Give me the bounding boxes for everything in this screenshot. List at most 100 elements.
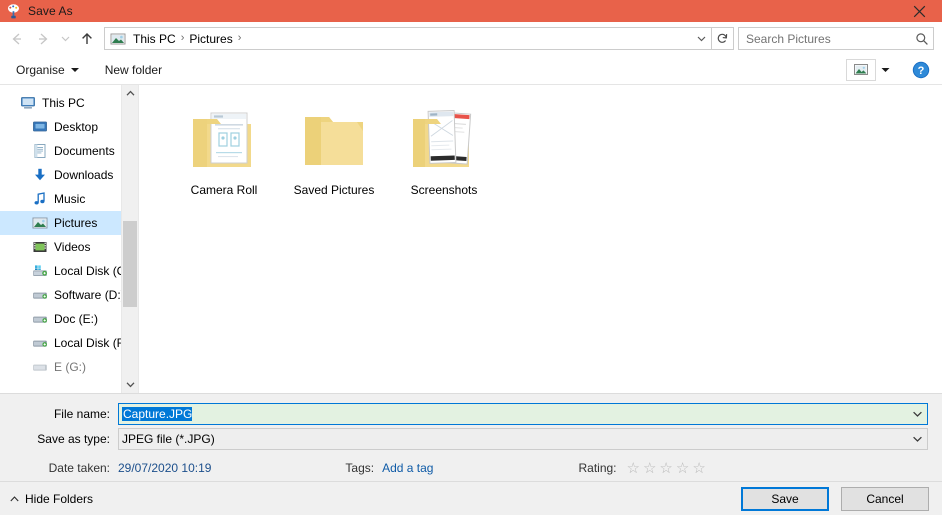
chevron-down-icon[interactable] bbox=[122, 376, 138, 393]
up-icon[interactable] bbox=[74, 26, 100, 52]
pictures-icon bbox=[110, 31, 126, 47]
caret-down-icon bbox=[70, 67, 79, 73]
sidebar-item-videos[interactable]: Videos bbox=[0, 235, 138, 259]
sidebar-item-label: Doc (E:) bbox=[54, 312, 99, 326]
svg-text:?: ? bbox=[918, 65, 925, 77]
close-icon[interactable] bbox=[897, 0, 942, 22]
chevron-up-icon[interactable] bbox=[122, 85, 138, 102]
save-as-type-value[interactable]: JPEG file (*.JPG) bbox=[119, 432, 907, 446]
sidebar-item-documents[interactable]: Documents bbox=[0, 139, 138, 163]
folder-item-saved-pictures[interactable]: Saved Pictures bbox=[279, 99, 389, 217]
rating-stars[interactable]: ☆ ☆ ☆ ☆ ☆ bbox=[627, 461, 706, 476]
cancel-button[interactable]: Cancel bbox=[841, 486, 929, 511]
sidebar-item-downloads[interactable]: Downloads bbox=[0, 163, 138, 187]
file-grid: Camera Roll Saved Pictures Screenshots bbox=[169, 99, 942, 217]
sidebar-item-label: Downloads bbox=[54, 168, 114, 182]
sidebar-item-music[interactable]: Music bbox=[0, 187, 138, 211]
hide-folders-button[interactable]: Hide Folders bbox=[10, 492, 93, 506]
folder-label: Camera Roll bbox=[190, 183, 258, 197]
scrollbar-thumb[interactable] bbox=[123, 221, 137, 307]
view-caret-down-icon[interactable] bbox=[876, 59, 894, 81]
drive-icon bbox=[32, 311, 48, 327]
date-taken-label: Date taken: bbox=[48, 461, 110, 475]
breadcrumb-separator-icon[interactable]: › bbox=[236, 33, 244, 44]
folder-with-pages-icon bbox=[405, 99, 483, 177]
sidebar-item-desktop[interactable]: Desktop bbox=[0, 115, 138, 139]
breadcrumb-item-pictures[interactable]: Pictures bbox=[186, 32, 235, 46]
breadcrumb[interactable]: This PC › Pictures › bbox=[104, 27, 712, 50]
this-pc-icon bbox=[20, 95, 36, 111]
sidebar-item-label: Pictures bbox=[54, 216, 98, 230]
date-taken-value[interactable]: 29/07/2020 10:19 bbox=[118, 461, 211, 475]
tags-label: Tags: bbox=[345, 461, 375, 475]
view-layout-icon[interactable] bbox=[846, 58, 876, 81]
folder-with-document-icon bbox=[185, 99, 263, 177]
help-icon[interactable]: ? bbox=[912, 61, 930, 79]
new-folder-button[interactable]: New folder bbox=[99, 58, 168, 82]
sidebar-item-local-disk-f[interactable]: Local Disk (F:) bbox=[0, 331, 138, 355]
documents-icon bbox=[32, 143, 48, 159]
search-icon[interactable] bbox=[911, 32, 933, 46]
star-icon[interactable]: ☆ bbox=[627, 461, 640, 476]
file-fields-area: File name: Capture.JPG Save as type: JPE… bbox=[0, 393, 942, 481]
dialog-footer: Hide Folders Save Cancel bbox=[0, 481, 942, 515]
file-list-pane[interactable]: Camera Roll Saved Pictures Screenshots bbox=[138, 85, 942, 393]
videos-icon bbox=[32, 239, 48, 255]
rating-label: Rating: bbox=[578, 461, 617, 475]
breadcrumb-dropdown-icon[interactable] bbox=[692, 28, 711, 49]
sidebar-item-doc-e[interactable]: Doc (E:) bbox=[0, 307, 138, 331]
back-icon[interactable] bbox=[4, 26, 30, 52]
folder-item-camera-roll[interactable]: Camera Roll bbox=[169, 99, 279, 217]
save-button[interactable]: Save bbox=[741, 486, 829, 511]
file-name-value[interactable]: Capture.JPG bbox=[119, 407, 907, 421]
star-icon[interactable]: ☆ bbox=[676, 461, 689, 476]
folder-label: Saved Pictures bbox=[293, 183, 375, 197]
downloads-icon bbox=[32, 167, 48, 183]
recent-locations-icon[interactable] bbox=[56, 26, 74, 52]
star-icon[interactable]: ☆ bbox=[643, 461, 656, 476]
breadcrumb-item-this-pc[interactable]: This PC bbox=[130, 32, 179, 46]
new-folder-label: New folder bbox=[104, 62, 163, 77]
save-as-type-chevron-down-icon[interactable] bbox=[907, 429, 927, 449]
forward-icon[interactable] bbox=[30, 26, 56, 52]
file-name-chevron-down-icon[interactable] bbox=[907, 404, 927, 424]
metadata-row: Date taken: 29/07/2020 10:19 Tags: Add a… bbox=[0, 455, 942, 481]
save-as-type-select[interactable]: JPEG file (*.JPG) bbox=[118, 428, 928, 450]
music-icon bbox=[32, 191, 48, 207]
hide-folders-label: Hide Folders bbox=[25, 491, 94, 506]
file-name-selected-text[interactable]: Capture.JPG bbox=[122, 407, 193, 421]
folder-item-screenshots[interactable]: Screenshots bbox=[389, 99, 499, 217]
sidebar-item-pictures[interactable]: Pictures bbox=[0, 211, 138, 235]
sidebar-item-label: E (G:) bbox=[54, 360, 86, 374]
drive-icon bbox=[32, 287, 48, 303]
sidebar-item-label: Documents bbox=[54, 144, 115, 158]
add-a-tag-link[interactable]: Add a tag bbox=[382, 461, 433, 475]
file-name-input[interactable]: Capture.JPG bbox=[118, 403, 928, 425]
save-as-dialog: Save As This PC › Pictures › Search Pict… bbox=[0, 0, 942, 515]
sidebar-item-local-disk-c[interactable]: Local Disk (C:) bbox=[0, 259, 138, 283]
sidebar-item-this-pc[interactable]: This PC bbox=[0, 91, 138, 115]
sidebar-item-label: Videos bbox=[54, 240, 91, 254]
search-box[interactable]: Search Pictures bbox=[738, 27, 934, 50]
star-icon[interactable]: ☆ bbox=[692, 461, 705, 476]
folder-label: Screenshots bbox=[410, 183, 478, 197]
sidebar-scrollbar[interactable] bbox=[121, 85, 138, 393]
file-name-label: File name: bbox=[53, 407, 110, 421]
organise-button[interactable]: Organise bbox=[10, 58, 85, 82]
sidebar-item-software-d[interactable]: Software (D:) bbox=[0, 283, 138, 307]
drive-icon bbox=[32, 335, 48, 351]
save-as-type-row: Save as type: JPEG file (*.JPG) bbox=[0, 428, 942, 450]
search-input[interactable]: Search Pictures bbox=[739, 32, 911, 46]
desktop-icon bbox=[32, 119, 48, 135]
sidebar-item-label: Desktop bbox=[54, 120, 99, 134]
refresh-icon[interactable] bbox=[712, 27, 734, 50]
navigation-pane: This PC Desktop Documents Downloads Musi… bbox=[0, 85, 138, 393]
file-name-row: File name: Capture.JPG bbox=[0, 403, 942, 425]
organise-label: Organise bbox=[16, 62, 65, 77]
sidebar-item-e-g[interactable]: E (G:) bbox=[0, 355, 138, 379]
breadcrumb-separator-icon[interactable]: › bbox=[179, 33, 187, 44]
star-icon[interactable]: ☆ bbox=[659, 461, 672, 476]
window-title: Save As bbox=[28, 4, 73, 18]
command-bar: Organise New folder ? bbox=[0, 55, 942, 85]
navigation-bar: This PC › Pictures › Search Pictures bbox=[0, 22, 942, 55]
